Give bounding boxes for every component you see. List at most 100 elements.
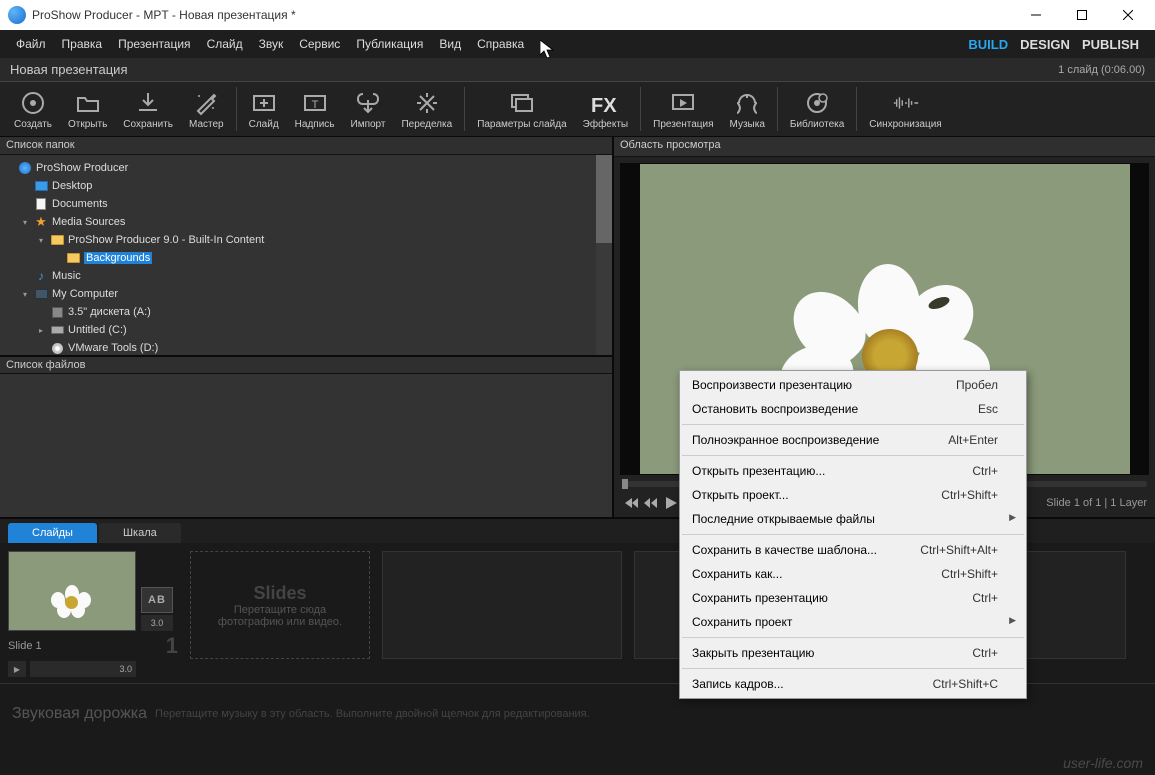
ctx-item[interactable]: Воспроизвести презентациюПробел <box>680 373 1026 397</box>
ctx-item[interactable]: Сохранить как...Ctrl+Shift+ <box>680 562 1026 586</box>
toolbar-wizard-button[interactable]: Мастер <box>181 87 232 132</box>
menu-правка[interactable]: Правка <box>54 33 111 55</box>
toolbar: СоздатьОткрытьСохранитьМастерСлайдTНадпи… <box>0 82 1155 137</box>
menu-сервис[interactable]: Сервис <box>291 33 348 55</box>
slide-duration[interactable]: 3.0 <box>30 661 136 677</box>
menu-вид[interactable]: Вид <box>431 33 469 55</box>
ctx-item[interactable]: Остановить воспроизведениеEsc <box>680 397 1026 421</box>
first-button[interactable] <box>622 496 638 510</box>
file-list[interactable] <box>0 374 612 517</box>
tree-item[interactable]: ▾My Computer <box>0 285 612 303</box>
mode-build[interactable]: BUILD <box>968 37 1008 52</box>
subheader: Новая презентация 1 слайд (0:06.00) <box>0 58 1155 82</box>
ctx-item[interactable]: Открыть проект...Ctrl+Shift+ <box>680 483 1026 507</box>
ctx-item[interactable]: Полноэкранное воспроизведениеAlt+Enter <box>680 428 1026 452</box>
tree-item[interactable]: ♪Music <box>0 267 612 285</box>
tree-scrollbar-thumb[interactable] <box>596 155 612 243</box>
floppy-icon <box>50 305 64 319</box>
tab-шкала[interactable]: Шкала <box>99 523 181 543</box>
ctx-item[interactable]: Открыть презентацию...Ctrl+ <box>680 459 1026 483</box>
caption-icon: T <box>301 89 329 117</box>
tree-item[interactable]: Documents <box>0 195 612 213</box>
slide-play-button[interactable]: ▶ <box>8 661 26 677</box>
toolbar-show-button[interactable]: Презентация <box>645 87 721 132</box>
submenu-arrow-icon: ▶ <box>1009 615 1016 626</box>
cd-icon <box>50 341 64 355</box>
slide-thumbnail[interactable]: AB 3.0 Slide 1 1 ▶ 3.0 <box>8 551 178 675</box>
tree-item[interactable]: VMware Tools (D:) <box>0 339 612 355</box>
slide-thumb-image[interactable] <box>8 551 136 631</box>
import-icon <box>354 89 382 117</box>
toolbar-music-button[interactable]: Музыка <box>722 87 773 132</box>
ctx-item[interactable]: Сохранить проект▶ <box>680 610 1026 634</box>
slide-number: 1 <box>166 633 178 659</box>
svg-text:FX: FX <box>591 95 617 115</box>
folders-header: Список папок <box>0 137 612 155</box>
open-icon <box>74 89 102 117</box>
slide-name: Slide 1 <box>8 640 162 652</box>
slides-drop-hint[interactable]: Slides Перетащите сюда фотографию или ви… <box>190 551 370 659</box>
ctx-item[interactable]: Запись кадров...Ctrl+Shift+C <box>680 672 1026 696</box>
tree-item[interactable]: ▾ProShow Producer 9.0 - Built-In Content <box>0 231 612 249</box>
soundtrack-hint: Перетащите музыку в эту область. Выполни… <box>155 708 590 720</box>
toolbar-caption-button[interactable]: TНадпись <box>287 87 343 132</box>
folder-tree[interactable]: ProShow ProducerDesktopDocuments▾★Media … <box>0 155 612 355</box>
ctx-item[interactable]: Последние открываемые файлы▶ <box>680 507 1026 531</box>
tab-слайды[interactable]: Слайды <box>8 523 97 543</box>
toolbar-library-button[interactable]: Библиотека <box>782 87 852 132</box>
music-icon: ♪ <box>34 269 48 283</box>
slide-icon <box>250 89 278 117</box>
tree-scrollbar[interactable] <box>596 155 612 355</box>
transition-button[interactable]: AB <box>141 587 173 613</box>
toolbar-sync-button[interactable]: Синхронизация <box>861 87 949 132</box>
files-header: Список файлов <box>0 355 612 374</box>
toolbar-slide-button[interactable]: Слайд <box>241 87 287 132</box>
menubar: ФайлПравкаПрезентацияСлайдЗвукСервисПубл… <box>0 30 1155 58</box>
toolbar-open-button[interactable]: Открыть <box>60 87 115 132</box>
doc-icon <box>34 197 48 211</box>
mode-publish[interactable]: PUBLISH <box>1082 37 1139 52</box>
ctx-item[interactable]: Закрыть презентациюCtrl+ <box>680 641 1026 665</box>
empty-slot[interactable] <box>382 551 622 659</box>
drive-icon <box>50 323 64 337</box>
tree-item[interactable]: ProShow Producer <box>0 159 612 177</box>
play-button[interactable] <box>664 496 678 510</box>
save-icon <box>134 89 162 117</box>
ctx-item[interactable]: Сохранить в качестве шаблона...Ctrl+Shif… <box>680 538 1026 562</box>
tree-item[interactable]: 3.5" дискета (A:) <box>0 303 612 321</box>
preview-info: Slide 1 of 1 | 1 Layer <box>1046 497 1147 509</box>
menu-публикация[interactable]: Публикация <box>348 33 431 55</box>
tree-item[interactable]: Desktop <box>0 177 612 195</box>
app-icon <box>8 6 26 24</box>
expand-icon[interactable]: ▾ <box>20 290 30 299</box>
menu-справка[interactable]: Справка <box>469 33 532 55</box>
menu-файл[interactable]: Файл <box>8 33 54 55</box>
toolbar-create-button[interactable]: Создать <box>6 87 60 132</box>
toolbar-save-button[interactable]: Сохранить <box>115 87 181 132</box>
show-icon <box>669 89 697 117</box>
toolbar-import-button[interactable]: Импорт <box>343 87 394 132</box>
menu-презентация[interactable]: Презентация <box>110 33 199 55</box>
toolbar-fx-button[interactable]: FXЭффекты <box>575 87 636 132</box>
menu-слайд[interactable]: Слайд <box>199 33 251 55</box>
ctx-item[interactable]: Сохранить презентациюCtrl+ <box>680 586 1026 610</box>
expand-icon[interactable]: ▾ <box>20 218 30 227</box>
toolbar-remix-button[interactable]: Переделка <box>393 87 460 132</box>
menu-звук[interactable]: Звук <box>251 33 292 55</box>
expand-icon[interactable]: ▸ <box>36 326 46 335</box>
preview-slider-thumb[interactable] <box>622 479 628 489</box>
context-menu[interactable]: Воспроизвести презентациюПробелОстановит… <box>679 370 1027 699</box>
maximize-button[interactable] <box>1059 0 1105 30</box>
tree-item[interactable]: ▸Untitled (C:) <box>0 321 612 339</box>
minimize-button[interactable] <box>1013 0 1059 30</box>
prev-button[interactable] <box>644 496 658 510</box>
transition-time[interactable]: 3.0 <box>141 615 173 631</box>
expand-icon[interactable]: ▾ <box>36 236 46 245</box>
tree-item[interactable]: ▾★Media Sources <box>0 213 612 231</box>
tree-item[interactable]: Backgrounds <box>0 249 612 267</box>
slideopts-icon <box>508 89 536 117</box>
close-button[interactable] <box>1105 0 1151 30</box>
desktop-icon <box>34 179 48 193</box>
toolbar-slideopts-button[interactable]: Параметры слайда <box>469 87 574 132</box>
mode-design[interactable]: DESIGN <box>1020 37 1070 52</box>
